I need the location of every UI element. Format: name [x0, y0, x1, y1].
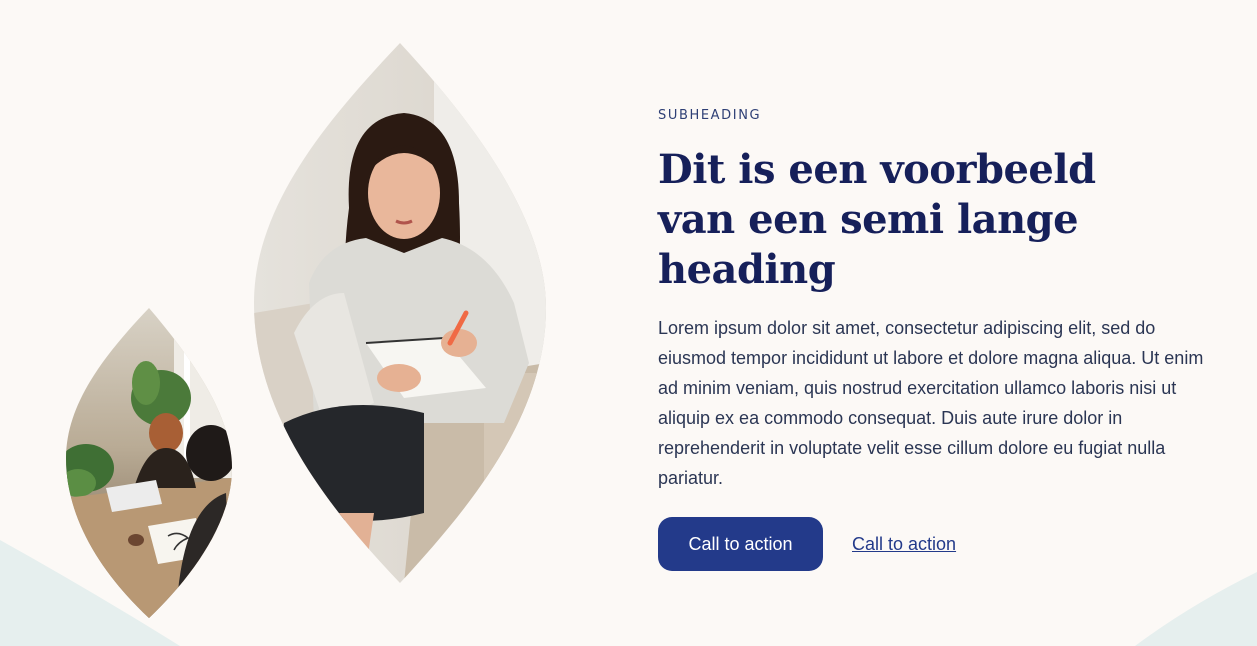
cta-group: Call to action Call to action [658, 517, 1218, 571]
secondary-cta-link[interactable]: Call to action [852, 534, 956, 555]
body-paragraph: Lorem ipsum dolor sit amet, consectetur … [658, 318, 1204, 488]
meeting-photo [66, 308, 232, 618]
primary-cta-button[interactable]: Call to action [658, 517, 823, 571]
subheading: SUBHEADING [658, 108, 762, 123]
section-heading: Dit is een voorbeeld van een semi lange … [658, 146, 1096, 293]
woman-writing-photo [254, 43, 546, 583]
hero-content: SUBHEADING Dit is een voorbeeld van een … [658, 108, 1218, 571]
